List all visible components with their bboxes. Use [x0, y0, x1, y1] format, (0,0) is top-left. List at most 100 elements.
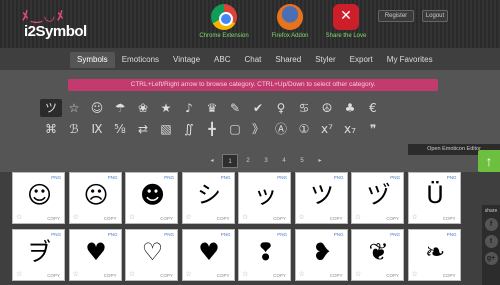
category-item[interactable]: ★ [155, 99, 177, 117]
category-item[interactable]: Ⓐ [270, 120, 292, 138]
copy-button[interactable]: COPY [443, 273, 456, 278]
category-item[interactable]: ☺ [86, 99, 108, 117]
symbol-card[interactable]: PNG ❦ ☆ COPY [351, 229, 404, 281]
star-icon[interactable]: ☆ [16, 270, 22, 278]
star-icon[interactable]: ☆ [242, 270, 248, 278]
category-item[interactable]: ℬ [63, 120, 85, 138]
star-icon[interactable]: ☆ [73, 213, 79, 221]
category-item[interactable]: ♣ [339, 99, 361, 117]
category-item[interactable]: x₇ [339, 120, 361, 138]
star-icon[interactable]: ☆ [412, 270, 418, 278]
category-item[interactable]: ✎ [224, 99, 246, 117]
star-icon[interactable]: ☆ [16, 213, 22, 221]
next-page-button[interactable]: ▸ [312, 154, 328, 168]
symbol-card[interactable]: PNG ヅ ☆ COPY [351, 172, 404, 224]
facebook-icon[interactable]: f [484, 218, 498, 231]
category-item[interactable]: ▧ [155, 120, 177, 138]
category-item[interactable]: ♪ [178, 99, 200, 117]
category-item[interactable]: ⇄ [132, 120, 154, 138]
tab-export[interactable]: Export [343, 52, 380, 68]
symbol-card[interactable]: PNG ☻ ☆ COPY [125, 172, 178, 224]
tab-abc[interactable]: ABC [207, 52, 237, 68]
star-icon[interactable]: ☆ [355, 213, 361, 221]
symbol-card[interactable]: PNG ☺ ☆ COPY [12, 172, 65, 224]
symbol-card[interactable]: PNG ❢ ☆ COPY [238, 229, 291, 281]
star-icon[interactable]: ☆ [73, 270, 79, 278]
copy-button[interactable]: COPY [386, 273, 399, 278]
copy-button[interactable]: COPY [217, 273, 230, 278]
bookmark-button[interactable]: ↑ [478, 150, 500, 172]
copy-button[interactable]: COPY [160, 273, 173, 278]
symbol-card[interactable]: PNG ❧ ☆ COPY [407, 229, 461, 281]
category-item[interactable]: ツ [40, 99, 62, 117]
chrome-extension-link[interactable]: Chrome Extension [194, 4, 254, 46]
tab-chat[interactable]: Chat [238, 52, 269, 68]
copy-button[interactable]: COPY [330, 273, 343, 278]
copy-button[interactable]: COPY [386, 216, 399, 221]
copy-button[interactable]: COPY [104, 273, 117, 278]
category-item[interactable]: ✔ [247, 99, 269, 117]
star-icon[interactable]: ☆ [242, 213, 248, 221]
symbol-card[interactable]: PNG ヺ ☆ COPY [12, 229, 65, 281]
site-logo[interactable]: ﾒ ‿ ◡ ﾒ i2Symbol [22, 5, 87, 45]
star-icon[interactable]: ☆ [412, 213, 418, 221]
category-item[interactable]: € [362, 99, 384, 117]
symbol-card[interactable]: PNG ♥ ☆ COPY [181, 229, 235, 281]
page-4-button[interactable]: 4 [276, 154, 292, 168]
share-the-love-link[interactable]: Share the Love [316, 4, 376, 46]
category-item[interactable]: ❞ [362, 120, 384, 138]
category-item[interactable]: ❀ [132, 99, 154, 117]
category-item[interactable]: ♛ [201, 99, 223, 117]
category-item[interactable]: ♀ [270, 99, 292, 117]
category-item[interactable]: ☆ [63, 99, 85, 117]
category-item[interactable]: ☮ [316, 99, 338, 117]
category-item[interactable]: ⅝ [109, 120, 131, 138]
category-item[interactable]: ☂ [109, 99, 131, 117]
category-item[interactable]: ① [293, 120, 315, 138]
star-icon[interactable]: ☆ [355, 270, 361, 278]
copy-button[interactable]: COPY [160, 216, 173, 221]
tab-shared[interactable]: Shared [268, 52, 308, 68]
copy-button[interactable]: COPY [47, 273, 60, 278]
symbol-card[interactable]: PNG Ü ☆ COPY [407, 172, 461, 224]
star-icon[interactable]: ☆ [299, 213, 305, 221]
page-5-button[interactable]: 5 [294, 154, 310, 168]
category-item[interactable]: ⌘ [40, 120, 62, 138]
symbol-card[interactable]: PNG ❥ ☆ COPY [294, 229, 348, 281]
logout-button[interactable]: Logout [422, 10, 448, 22]
tab-symbols[interactable]: Symbols [70, 52, 115, 68]
star-icon[interactable]: ☆ [299, 270, 305, 278]
page-3-button[interactable]: 3 [258, 154, 274, 168]
category-item[interactable]: ▢ [224, 120, 246, 138]
copy-button[interactable]: COPY [273, 216, 286, 221]
star-icon[interactable]: ☆ [129, 270, 135, 278]
symbol-card[interactable]: PNG ♥ ☆ COPY [68, 229, 122, 281]
page-2-button[interactable]: 2 [240, 154, 256, 168]
category-item[interactable]: Ⅸ [86, 120, 108, 138]
star-icon[interactable]: ☆ [186, 213, 192, 221]
symbol-card[interactable]: PNG ツ ☆ COPY [294, 172, 348, 224]
symbol-card[interactable]: PNG ♡ ☆ COPY [125, 229, 178, 281]
category-item[interactable]: ∬ [178, 120, 200, 138]
category-item[interactable]: ♋ [293, 99, 315, 117]
prev-page-button[interactable]: ◂ [204, 154, 220, 168]
symbol-card[interactable]: PNG ☹ ☆ COPY [68, 172, 122, 224]
copy-button[interactable]: COPY [217, 216, 230, 221]
tab-my-favorites[interactable]: My Favorites [380, 52, 440, 68]
category-item[interactable]: 》 [247, 120, 269, 138]
symbol-card[interactable]: PNG シ ☆ COPY [181, 172, 235, 224]
copy-button[interactable]: COPY [273, 273, 286, 278]
symbol-card[interactable]: PNG ッ ☆ COPY [238, 172, 291, 224]
star-icon[interactable]: ☆ [129, 213, 135, 221]
star-icon[interactable]: ☆ [186, 270, 192, 278]
twitter-icon[interactable]: t [484, 235, 498, 248]
google-plus-icon[interactable]: g+ [484, 252, 498, 265]
tab-vintage[interactable]: Vintage [166, 52, 207, 68]
page-1-button[interactable]: 1 [222, 154, 238, 168]
copy-button[interactable]: COPY [104, 216, 117, 221]
category-item[interactable]: ╋ [201, 120, 223, 138]
register-button[interactable]: Register [378, 10, 414, 22]
category-item[interactable]: x⁷ [316, 120, 338, 138]
tab-emoticons[interactable]: Emoticons [115, 52, 166, 68]
copy-button[interactable]: COPY [330, 216, 343, 221]
